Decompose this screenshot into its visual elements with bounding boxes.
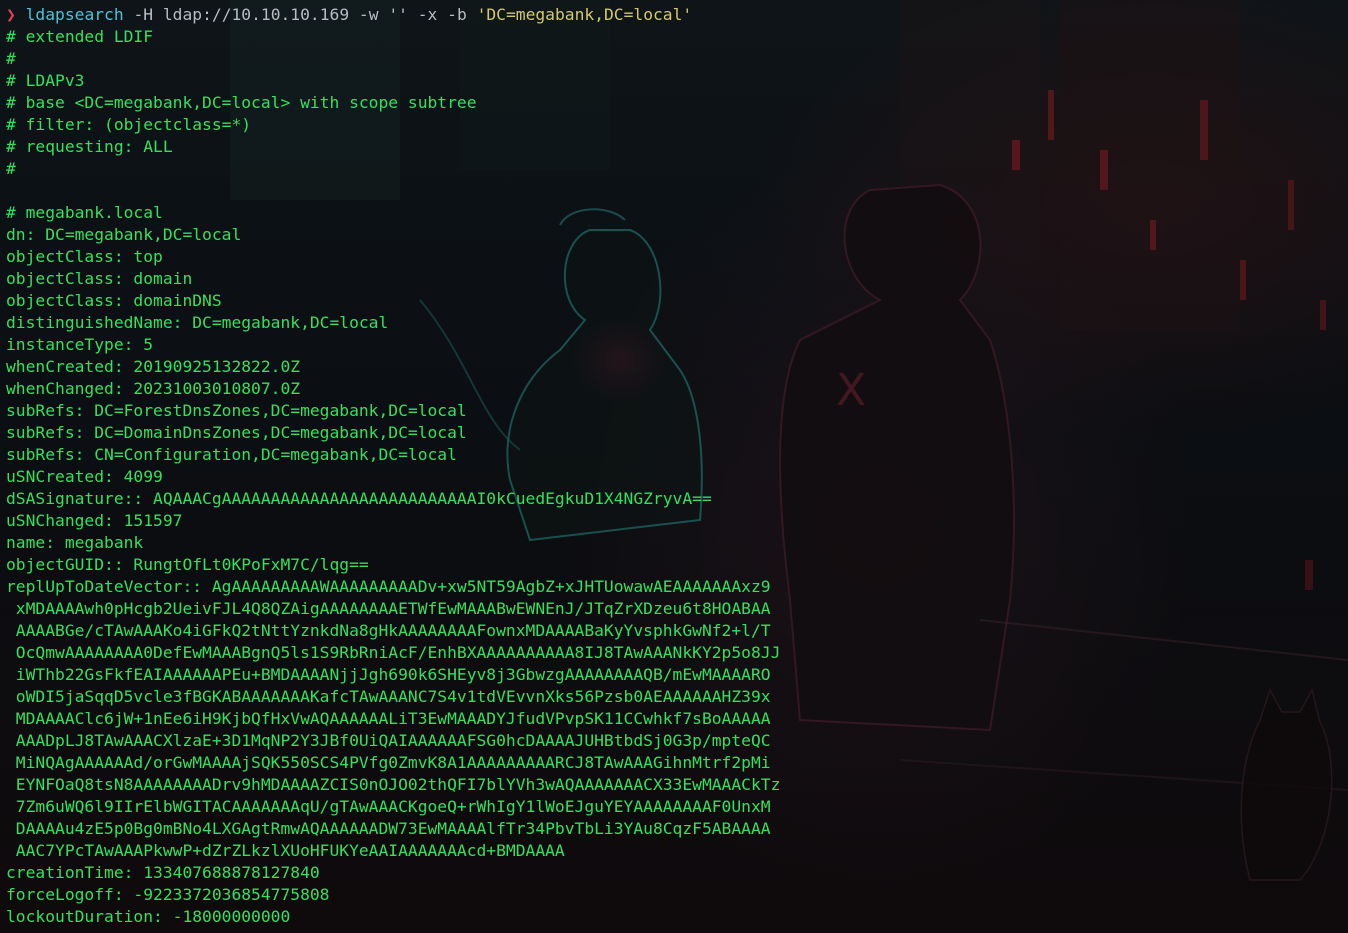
output-line: OcQmwAAAAAAAA0DefEwMAAABgnQ5ls1S9RbRniAc… bbox=[6, 643, 781, 662]
output-line: dn: DC=megabank,DC=local bbox=[6, 225, 242, 244]
terminal-output: ❯ ldapsearch -H ldap://10.10.10.169 -w '… bbox=[6, 4, 780, 928]
output-line: lockoutDuration: -18000000000 bbox=[6, 907, 291, 926]
output-line: # bbox=[6, 49, 16, 68]
svg-text:X: X bbox=[836, 365, 866, 416]
command-args: -H ldap://10.10.10.169 -w '' -x -b bbox=[133, 5, 467, 24]
terminal-window[interactable]: X ❯ ldapsearch -H ldap://10.10.10.169 -w… bbox=[0, 0, 1348, 933]
output-line: creationTime: 133407688878127840 bbox=[6, 863, 320, 882]
output-line: distinguishedName: DC=megabank,DC=local bbox=[6, 313, 389, 332]
output-line: objectClass: domainDNS bbox=[6, 291, 222, 310]
output-line: subRefs: CN=Configuration,DC=megabank,DC… bbox=[6, 445, 457, 464]
output-line: MDAAAAClc6jW+1nEe6iH9KjbQfHxVwAQAAAAAALi… bbox=[6, 709, 771, 728]
output-line: whenCreated: 20190925132822.0Z bbox=[6, 357, 301, 376]
output-line: forceLogoff: -9223372036854775808 bbox=[6, 885, 330, 904]
output-line: iWThb22GsFkfEAIAAAAAAPEu+BMDAAAANjjJgh69… bbox=[6, 665, 771, 684]
output-line: uSNCreated: 4099 bbox=[6, 467, 163, 486]
output-line: objectClass: top bbox=[6, 247, 163, 266]
output-line: # extended LDIF bbox=[6, 27, 154, 46]
output-line: replUpToDateVector:: AgAAAAAAAAAWAAAAAAA… bbox=[6, 577, 771, 596]
output-line: # requesting: ALL bbox=[6, 137, 173, 156]
output-line: objectClass: domain bbox=[6, 269, 193, 288]
output-line: # base <DC=megabank,DC=local> with scope… bbox=[6, 93, 477, 112]
output-line: subRefs: DC=ForestDnsZones,DC=megabank,D… bbox=[6, 401, 467, 420]
output-line: oWDI5jaSqqD5vcle3fBGKABAAAAAAAKafcTAwAAA… bbox=[6, 687, 771, 706]
output-line: uSNChanged: 151597 bbox=[6, 511, 183, 530]
command-base-dn: 'DC=megabank,DC=local' bbox=[476, 5, 693, 24]
ldif-output: # extended LDIF # # LDAPv3 # base <DC=megab… bbox=[6, 26, 780, 928]
output-line: EYNFOaQ8tsN8AAAAAAAADrv9hMDAAAAZCIS0nOJO… bbox=[6, 775, 781, 794]
output-line: subRefs: DC=DomainDnsZones,DC=megabank,D… bbox=[6, 423, 467, 442]
output-line: xMDAAAAwh0pHcgb2UeivFJL4Q8QZAigAAAAAAAAE… bbox=[6, 599, 771, 618]
command-name: ldapsearch bbox=[25, 5, 124, 24]
output-line: MiNQAgAAAAAAd/orGwMAAAAjSQK550SCS4PVfg0Z… bbox=[6, 753, 771, 772]
prompt-arrow-icon: ❯ bbox=[6, 5, 16, 24]
output-line: AAC7YPcTAwAAAPkwwP+dZrZLkzlXUoHFUKYeAAIA… bbox=[6, 841, 565, 860]
command-prompt-line: ❯ ldapsearch -H ldap://10.10.10.169 -w '… bbox=[6, 4, 780, 26]
output-line: instanceType: 5 bbox=[6, 335, 154, 354]
output-line: 7Zm6uWQ6l9IIrElbWGITACAAAAAAAqU/gTAwAAAC… bbox=[6, 797, 771, 816]
output-line: name: megabank bbox=[6, 533, 144, 552]
output-line: # megabank.local bbox=[6, 203, 163, 222]
output-line: AAAABGe/cTAwAAAKo4iGFkQ2tNttYznkdNa8gHkA… bbox=[6, 621, 771, 640]
output-line: # bbox=[6, 159, 16, 178]
output-line: objectGUID:: RungtOfLt0KPoFxM7C/lqg== bbox=[6, 555, 369, 574]
output-line: whenChanged: 20231003010807.0Z bbox=[6, 379, 301, 398]
output-line: # filter: (objectclass=*) bbox=[6, 115, 252, 134]
output-line: dSASignature:: AQAAACgAAAAAAAAAAAAAAAAAA… bbox=[6, 489, 712, 508]
output-line: DAAAAu4zE5p0Bg0mBNo4LXGAgtRmwAQAAAAAADW7… bbox=[6, 819, 771, 838]
output-line: # LDAPv3 bbox=[6, 71, 85, 90]
output-line: AAADpLJ8TAwAAACXlzaE+3D1MqNP2Y3JBf0UiQAI… bbox=[6, 731, 771, 750]
